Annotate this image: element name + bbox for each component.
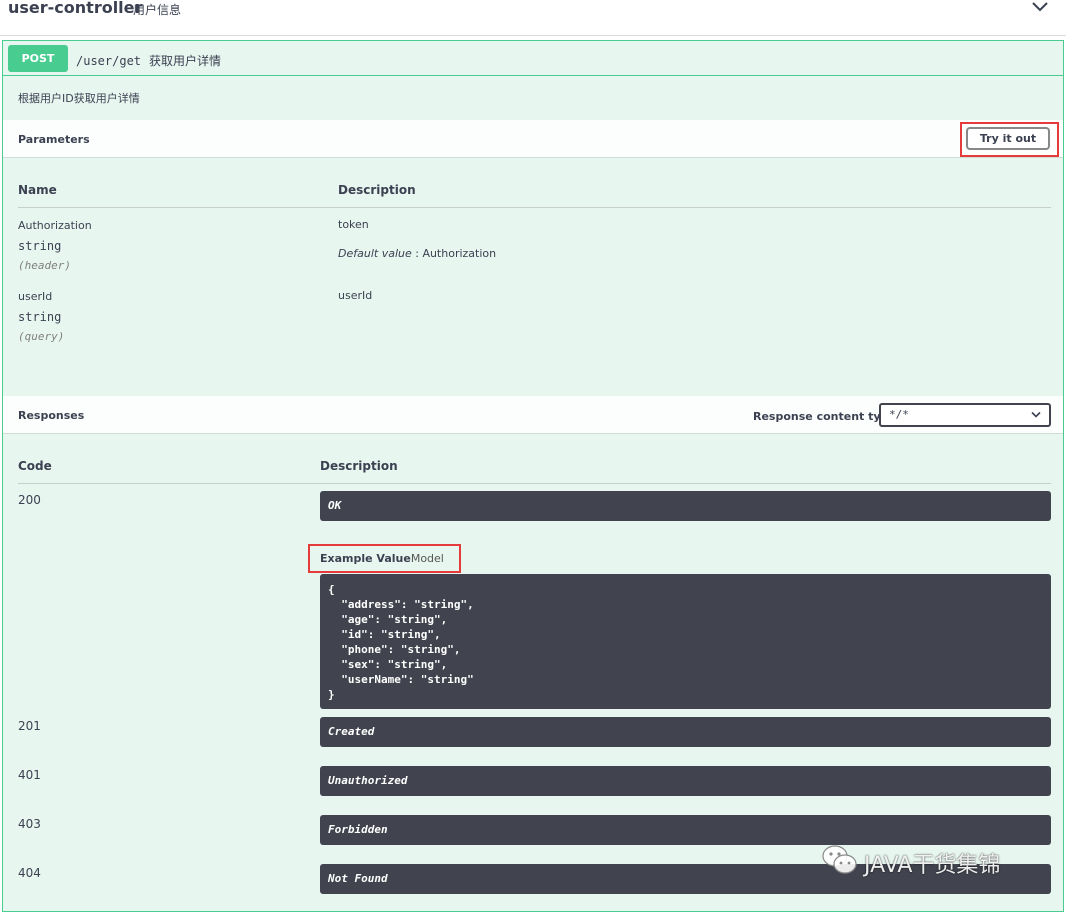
response-description-text: Not Found: [328, 872, 388, 885]
highlight-box: [308, 544, 461, 573]
response-code: 200: [18, 493, 41, 507]
responses-title: Responses: [18, 409, 85, 422]
response-code: 404: [18, 866, 41, 880]
tag-header[interactable]: user-controller 用户信息: [0, 0, 1066, 36]
param-description: token: [338, 218, 369, 231]
wechat-icon: [822, 845, 857, 874]
tag-description: 用户信息: [133, 3, 182, 17]
response-col-code: Code: [18, 459, 52, 473]
example-value-code: { "address": "string", "age": "string", …: [320, 574, 1051, 709]
default-label: Default value: [338, 247, 412, 260]
chevron-down-icon: [1031, 411, 1041, 418]
method-badge: POST: [8, 45, 68, 72]
param-type: string: [18, 310, 62, 324]
parameters-header: Parameters Try it out: [3, 120, 1063, 158]
responses-header: Responses Response content type */*: [3, 396, 1063, 434]
response-code: 403: [18, 817, 41, 831]
param-type: string: [18, 239, 62, 253]
response-description: OK: [320, 491, 1051, 521]
parameters-title: Parameters: [18, 133, 90, 146]
divider: [18, 483, 1051, 484]
response-code: 401: [18, 768, 41, 782]
response-description-text: Unauthorized: [328, 774, 408, 787]
response-description-text: OK: [328, 499, 342, 512]
response-description-text: Created: [328, 725, 375, 738]
response-description-text: Forbidden: [328, 823, 388, 836]
param-name: userId: [18, 290, 53, 303]
path-text: /user/get: [76, 54, 142, 68]
param-col-description: Description: [338, 183, 416, 197]
default-separator: :: [411, 247, 423, 260]
watermark-text: JAVA干货集锦: [864, 853, 1001, 878]
param-col-name: Name: [18, 183, 57, 197]
param-name: Authorization: [18, 219, 92, 232]
opblock-post: POST /user/get 获取用户详情 根据用户ID获取用户详情 Parame…: [2, 40, 1064, 912]
select-value: */*: [889, 408, 909, 421]
default-value: Authorization: [422, 247, 497, 260]
param-description: userId: [338, 289, 373, 302]
response-description: Created: [320, 717, 1051, 747]
response-col-description: Description: [320, 459, 398, 473]
response-description: Unauthorized: [320, 766, 1051, 796]
tag-name: user-controller: [8, 0, 143, 17]
highlight-box: [960, 122, 1059, 157]
operation-description: 根据用户ID获取用户详情: [18, 92, 140, 105]
operation-summary: 获取用户详情: [149, 54, 222, 68]
param-in: (query): [18, 330, 65, 343]
opblock-summary[interactable]: POST /user/get 获取用户详情: [3, 41, 1063, 76]
divider: [18, 207, 1051, 208]
response-code: 201: [18, 719, 41, 733]
response-content-type-label: Response content type: [753, 410, 896, 423]
chevron-down-icon[interactable]: [1030, 0, 1050, 14]
param-default: Default value : Authorization: [338, 247, 496, 260]
operation-path: /user/get 获取用户详情: [76, 52, 221, 69]
param-in: (header): [18, 259, 71, 272]
response-content-type-select[interactable]: */*: [879, 403, 1051, 427]
watermark: JAVA干货集锦: [820, 841, 1040, 878]
